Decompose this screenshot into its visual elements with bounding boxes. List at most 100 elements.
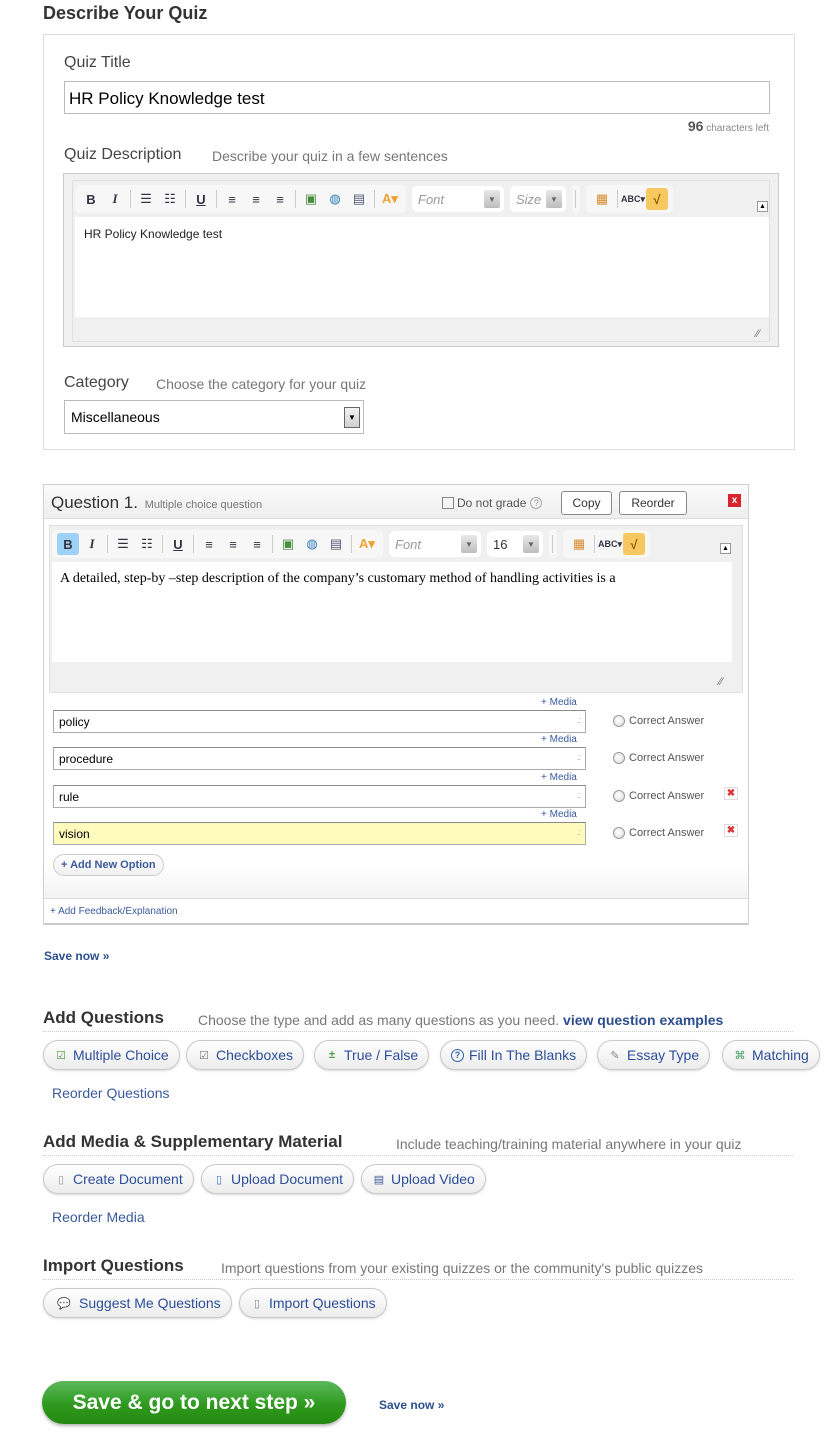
- matching-label: Matching: [752, 1047, 809, 1063]
- underline-icon[interactable]: U: [167, 533, 189, 555]
- option-value: vision: [59, 827, 90, 841]
- view-question-examples-link[interactable]: view question examples: [563, 1012, 723, 1028]
- align-right-icon[interactable]: ≡: [246, 533, 268, 555]
- text-color-icon[interactable]: A▾: [379, 188, 401, 210]
- ordered-list-icon[interactable]: ☰: [112, 533, 134, 555]
- italic-icon[interactable]: I: [81, 533, 103, 555]
- paste-icon[interactable]: ▦: [591, 188, 613, 210]
- upload-document-button[interactable]: ▯ Upload Document: [201, 1164, 355, 1194]
- delete-option-icon[interactable]: ✖: [724, 824, 738, 837]
- italic-icon[interactable]: I: [104, 188, 126, 210]
- align-left-icon[interactable]: ≡: [198, 533, 220, 555]
- save-now-link[interactable]: Save now »: [44, 949, 109, 963]
- footer-save-now-link[interactable]: Save now »: [379, 1398, 444, 1412]
- delete-option-icon[interactable]: ✖: [724, 787, 738, 800]
- add-media-link[interactable]: + Media: [541, 734, 577, 745]
- collapse-toolbar-icon[interactable]: ▲: [757, 201, 768, 212]
- help-icon[interactable]: ?: [530, 497, 543, 509]
- import-questions-button[interactable]: ▯ Import Questions: [239, 1288, 387, 1318]
- resize-grip-icon[interactable]: .:: [577, 827, 581, 837]
- chevron-down-icon: ▼: [546, 190, 562, 208]
- insert-image-icon[interactable]: ▣: [277, 533, 299, 555]
- multiple-choice-button[interactable]: ☑ Multiple Choice: [43, 1040, 180, 1070]
- chevron-down-icon: ▼: [344, 407, 360, 428]
- resize-grip-icon[interactable]: ⁄⁄: [756, 328, 768, 340]
- insert-image-icon[interactable]: ▣: [300, 188, 322, 210]
- font-select[interactable]: Font ▼: [389, 531, 481, 557]
- spellcheck-icon[interactable]: ABC▾: [621, 188, 645, 210]
- category-select[interactable]: Miscellaneous ▼: [64, 400, 364, 434]
- description-text-area[interactable]: HR Policy Knowledge test: [75, 217, 769, 317]
- correct-answer-radio[interactable]: [613, 752, 625, 764]
- reorder-questions-link[interactable]: Reorder Questions: [52, 1085, 170, 1101]
- insert-video-icon[interactable]: ▤: [348, 188, 370, 210]
- collapse-toolbar-icon[interactable]: ▲: [720, 543, 731, 554]
- equation-icon[interactable]: √: [646, 188, 668, 210]
- resize-grip-icon[interactable]: ⁄⁄: [719, 676, 731, 688]
- correct-answer-control[interactable]: Correct Answer: [613, 827, 704, 839]
- add-media-link[interactable]: + Media: [541, 809, 577, 820]
- bold-icon[interactable]: B: [80, 188, 102, 210]
- toolbar-spacer: [549, 530, 557, 558]
- multiple-choice-icon: ☑: [56, 1049, 66, 1062]
- resize-grip-icon[interactable]: .:: [577, 752, 581, 762]
- reorder-button[interactable]: Reorder: [619, 491, 687, 515]
- align-center-icon[interactable]: ≡: [245, 188, 267, 210]
- delete-question-icon[interactable]: x: [728, 494, 741, 507]
- equation-icon[interactable]: √: [623, 533, 645, 555]
- bullet-list-icon[interactable]: ☷: [136, 533, 158, 555]
- text-color-icon[interactable]: A▾: [356, 533, 378, 555]
- format-group: B I ☰ ☷ U ≡ ≡ ≡ ▣ ◍ ▤ A▾: [75, 185, 406, 213]
- correct-answer-radio[interactable]: [613, 827, 625, 839]
- fill-in-the-blanks-button[interactable]: ? Fill In The Blanks: [440, 1040, 588, 1070]
- option-input[interactable]: rule.:: [53, 785, 586, 808]
- quiz-title-input[interactable]: HR Policy Knowledge test: [64, 81, 770, 114]
- add-media-link[interactable]: + Media: [541, 772, 577, 783]
- correct-answer-radio[interactable]: [613, 790, 625, 802]
- align-center-icon[interactable]: ≡: [222, 533, 244, 555]
- align-right-icon[interactable]: ≡: [269, 188, 291, 210]
- paste-icon[interactable]: ▦: [568, 533, 590, 555]
- add-feedback-link[interactable]: + Add Feedback/Explanation: [50, 906, 178, 917]
- suggest-me-questions-button[interactable]: 💬 Suggest Me Questions: [43, 1288, 232, 1318]
- spellcheck-icon[interactable]: ABC▾: [598, 533, 622, 555]
- insert-video-icon[interactable]: ▤: [325, 533, 347, 555]
- copy-button[interactable]: Copy: [561, 491, 612, 515]
- add-media-title: Add Media & Supplementary Material: [43, 1132, 343, 1151]
- underline-icon[interactable]: U: [190, 188, 212, 210]
- resize-grip-icon[interactable]: .:: [577, 790, 581, 800]
- essay-type-button[interactable]: ✎ Essay Type: [597, 1040, 711, 1070]
- insert-link-icon[interactable]: ◍: [324, 188, 346, 210]
- add-new-option-button[interactable]: + Add New Option: [53, 854, 164, 876]
- upload-video-button[interactable]: ▤ Upload Video: [361, 1164, 486, 1194]
- insert-link-icon[interactable]: ◍: [301, 533, 323, 555]
- correct-answer-control[interactable]: Correct Answer: [613, 715, 704, 727]
- toolbar-divider: [575, 190, 576, 208]
- correct-answer-radio[interactable]: [613, 715, 625, 727]
- matching-button[interactable]: ⌘ Matching: [722, 1040, 820, 1070]
- ordered-list-icon[interactable]: ☰: [135, 188, 157, 210]
- save-next-step-button[interactable]: Save & go to next step »: [42, 1381, 346, 1424]
- true-false-button[interactable]: ± True / False: [314, 1040, 430, 1070]
- size-select[interactable]: Size ▼: [510, 186, 566, 212]
- align-left-icon[interactable]: ≡: [221, 188, 243, 210]
- add-questions-title: Add Questions: [43, 1008, 164, 1027]
- size-select[interactable]: 16 ▼: [487, 531, 543, 557]
- add-media-link[interactable]: + Media: [541, 697, 577, 708]
- do-not-grade-checkbox[interactable]: [442, 497, 454, 509]
- reorder-media-link[interactable]: Reorder Media: [52, 1209, 145, 1225]
- option-input[interactable]: policy.:: [53, 710, 586, 733]
- import-questions-hint: Import questions from your existing quiz…: [221, 1260, 703, 1276]
- question-text-area[interactable]: A detailed, step-by –step description of…: [52, 562, 732, 662]
- bold-icon[interactable]: B: [57, 533, 79, 555]
- create-document-button[interactable]: ▯ Create Document: [43, 1164, 194, 1194]
- option-input[interactable]: vision.:: [53, 822, 586, 845]
- font-select[interactable]: Font ▼: [412, 186, 504, 212]
- resize-grip-icon[interactable]: .:: [577, 715, 581, 725]
- option-input[interactable]: procedure.:: [53, 747, 586, 770]
- correct-answer-control[interactable]: Correct Answer: [613, 790, 704, 802]
- option-value: rule: [59, 790, 80, 804]
- bullet-list-icon[interactable]: ☷: [159, 188, 181, 210]
- correct-answer-control[interactable]: Correct Answer: [613, 752, 704, 764]
- checkboxes-button[interactable]: ☑ Checkboxes: [186, 1040, 305, 1070]
